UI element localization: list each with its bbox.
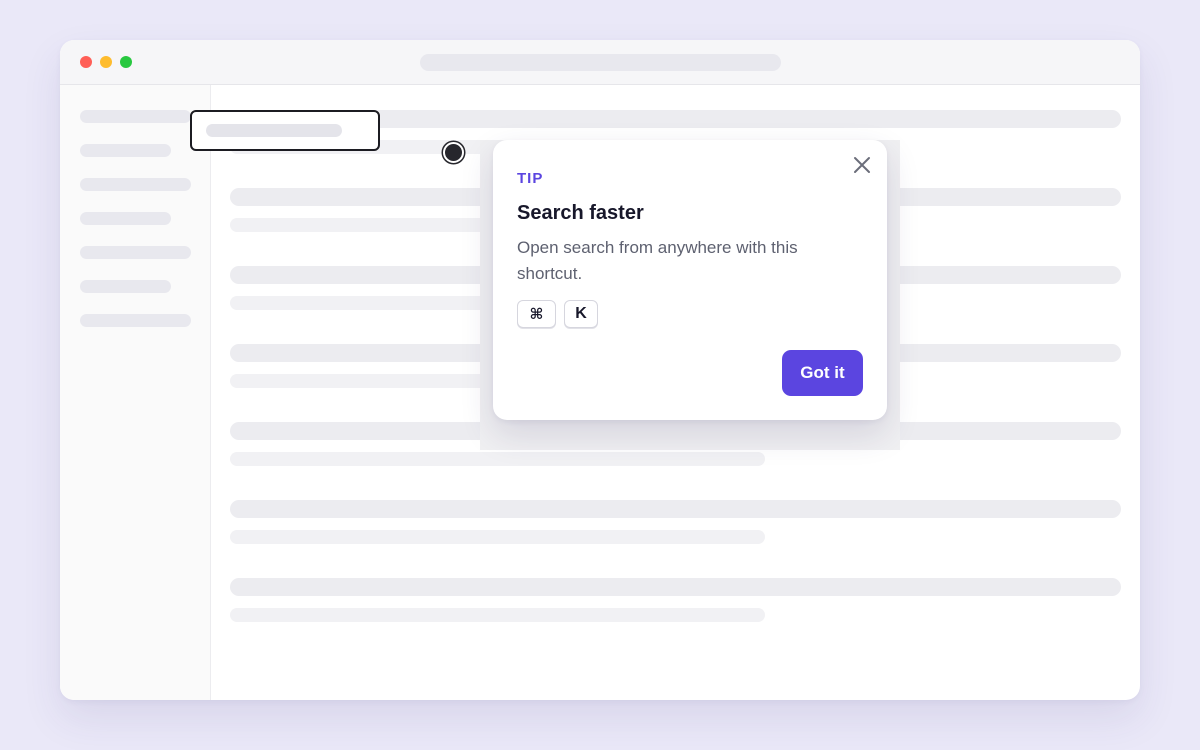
content-heading-placeholder xyxy=(230,578,1121,596)
minimize-window-button[interactable] xyxy=(100,56,112,68)
sidebar-item-placeholder xyxy=(80,212,171,225)
maximize-window-button[interactable] xyxy=(120,56,132,68)
content-line-placeholder xyxy=(230,452,765,466)
sidebar-item-placeholder xyxy=(80,144,171,157)
close-icon[interactable] xyxy=(849,152,875,178)
address-bar-placeholder[interactable] xyxy=(420,54,781,71)
sidebar xyxy=(60,85,211,700)
k-key: K xyxy=(564,300,598,328)
beacon-dot-icon[interactable] xyxy=(443,142,464,163)
got-it-button[interactable]: Got it xyxy=(782,350,863,396)
onboarding-tooltip: TIP Search faster Open search from anywh… xyxy=(493,140,887,420)
search-field-placeholder xyxy=(206,124,342,137)
tooltip-body: Open search from anywhere with this shor… xyxy=(517,238,798,283)
sidebar-item-placeholder xyxy=(80,110,191,123)
tooltip-label: TIP xyxy=(517,170,544,187)
highlighted-search-field[interactable] xyxy=(190,110,380,151)
content-line-placeholder xyxy=(230,530,765,544)
content-heading-placeholder xyxy=(230,500,1121,518)
sidebar-item-placeholder xyxy=(80,280,171,293)
sidebar-item-placeholder xyxy=(80,178,191,191)
tooltip-title: Search faster xyxy=(517,202,644,224)
close-window-button[interactable] xyxy=(80,56,92,68)
title-bar xyxy=(60,40,1140,85)
content-line-placeholder xyxy=(230,608,765,622)
shortcut-keys: ⌘ K xyxy=(517,300,598,328)
sidebar-item-placeholder xyxy=(80,246,191,259)
command-key-icon: ⌘ xyxy=(517,300,556,328)
sidebar-item-placeholder xyxy=(80,314,191,327)
